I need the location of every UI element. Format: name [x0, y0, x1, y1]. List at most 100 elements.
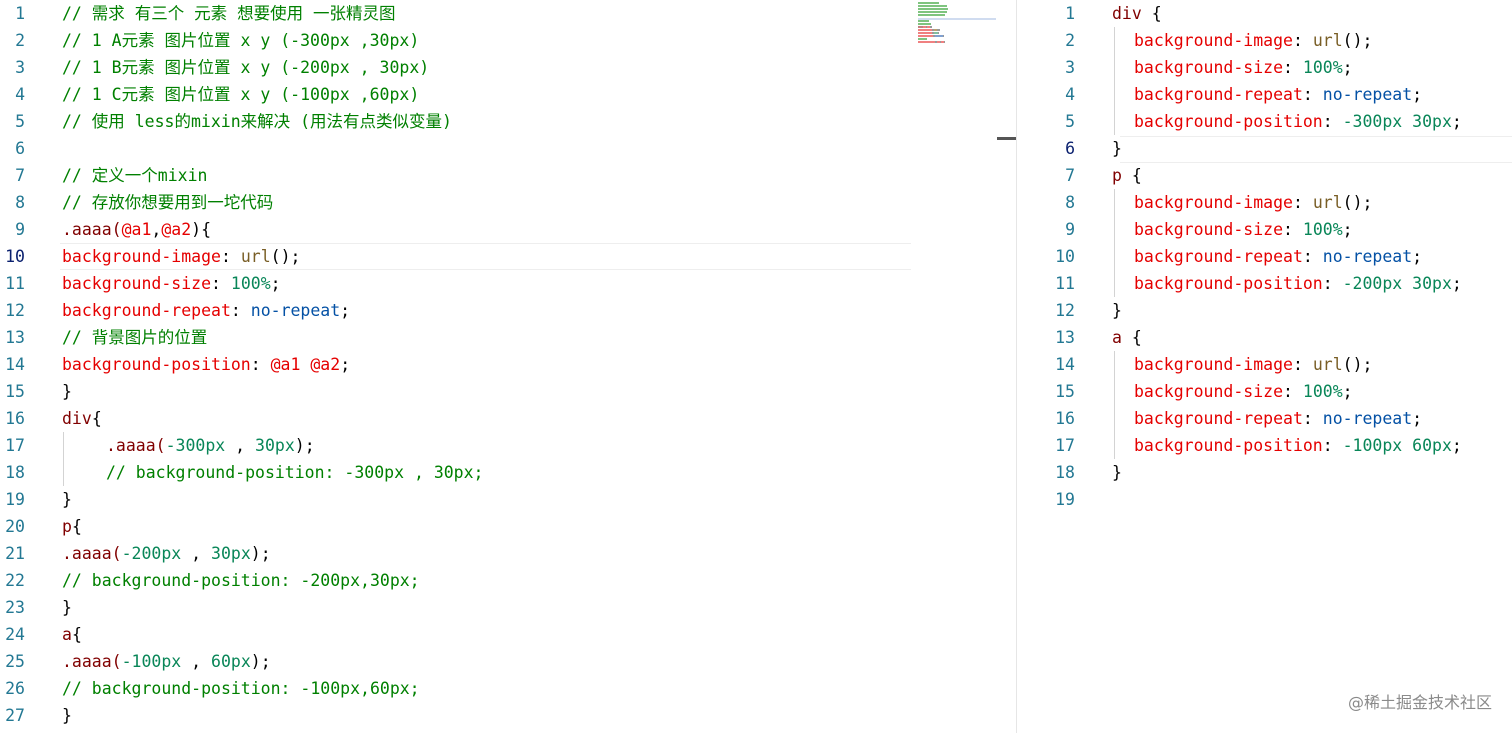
code-line[interactable]: 17 .aaaa(-300px , 30px); — [0, 432, 997, 459]
code-text[interactable]: background-size: 100%; — [62, 270, 281, 297]
less-code-lines[interactable]: 1 // 需求 有三个 元素 想要使用 一张精灵图 2 // 1 A元素 图片位置 x… — [0, 0, 997, 729]
code-text[interactable]: // 使用 less的mixin来解决 (用法有点类似变量) — [62, 108, 452, 135]
editor-split-divider[interactable] — [997, 0, 1018, 733]
code-line[interactable]: 9 background-size: 100%; — [1018, 216, 1512, 243]
code-line[interactable]: 4 background-repeat: no-repeat; — [1018, 81, 1512, 108]
code-text[interactable]: } — [62, 486, 72, 513]
code-line[interactable]: 6} — [1018, 135, 1512, 162]
code-token: 100% — [1302, 382, 1343, 401]
code-line[interactable]: 15 background-size: 100%; — [1018, 378, 1512, 405]
code-line[interactable]: 19 — [1018, 486, 1512, 513]
code-text[interactable]: .aaaa(@a1,@a2){ — [62, 216, 211, 243]
code-text[interactable]: background-size: 100%; — [1112, 378, 1353, 405]
code-line[interactable]: 2 background-image: url(); — [1018, 27, 1512, 54]
scrollbar-thumb[interactable] — [997, 137, 1016, 140]
code-line[interactable]: 12 background-repeat: no-repeat; — [0, 297, 997, 324]
code-line[interactable]: 16 div{ — [0, 405, 997, 432]
code-text[interactable]: p{ — [62, 513, 82, 540]
code-line[interactable]: 11 background-size: 100%; — [0, 270, 997, 297]
code-text[interactable]: // 1 A元素 图片位置 x y (-300px ,30px) — [62, 27, 419, 54]
code-text[interactable]: // background-position: -100px,60px; — [62, 675, 420, 702]
code-text[interactable]: } — [62, 702, 72, 729]
code-line[interactable]: 17 background-position: -100px 60px; — [1018, 432, 1512, 459]
minimap[interactable] — [918, 2, 996, 52]
code-line[interactable]: 13 a { — [1018, 324, 1512, 351]
less-source-editor[interactable]: 1 // 需求 有三个 元素 想要使用 一张精灵图 2 // 1 A元素 图片位置 x… — [0, 0, 997, 733]
code-text[interactable]: a{ — [62, 621, 82, 648]
minimap-viewport-slider[interactable] — [918, 18, 996, 20]
code-text[interactable]: background-repeat: no-repeat; — [1112, 81, 1422, 108]
code-text[interactable]: background-image: url(); — [1112, 189, 1372, 216]
code-line[interactable]: 14 background-image: url(); — [1018, 351, 1512, 378]
code-line[interactable]: 11 background-position: -200px 30px; — [1018, 270, 1512, 297]
code-line[interactable]: 1 div { — [1018, 0, 1512, 27]
code-text[interactable]: background-repeat: no-repeat; — [62, 297, 350, 324]
code-text[interactable]: div { — [1112, 0, 1162, 27]
code-text[interactable]: } — [62, 378, 72, 405]
code-line[interactable]: 3 // 1 B元素 图片位置 x y (-200px , 30px) — [0, 54, 997, 81]
code-text[interactable]: background-position: -300px 30px; — [1112, 108, 1462, 135]
code-text[interactable]: div{ — [62, 405, 102, 432]
code-text[interactable]: background-position: @a1 @a2; — [62, 351, 350, 378]
code-text[interactable]: background-position: -200px 30px; — [1112, 270, 1462, 297]
code-text[interactable]: background-position: -100px 60px; — [1112, 432, 1462, 459]
code-text[interactable]: background-size: 100%; — [1112, 54, 1353, 81]
code-line[interactable]: 7 p { — [1018, 162, 1512, 189]
code-line[interactable]: 25 .aaaa(-100px , 60px); — [0, 648, 997, 675]
code-line[interactable]: 12} — [1018, 297, 1512, 324]
code-line[interactable]: 7 // 定义一个mixin — [0, 162, 997, 189]
split-sash[interactable] — [1016, 0, 1017, 733]
code-text[interactable]: // background-position: -300px , 30px; — [62, 459, 484, 486]
code-line[interactable]: 8 background-image: url(); — [1018, 189, 1512, 216]
code-line[interactable]: 10 background-image: url(); — [0, 243, 997, 270]
code-line[interactable]: 15} — [0, 378, 997, 405]
code-text[interactable]: p { — [1112, 162, 1142, 189]
code-line[interactable]: 14 background-position: @a1 @a2; — [0, 351, 997, 378]
code-line[interactable]: 3 background-size: 100%; — [1018, 54, 1512, 81]
code-line[interactable]: 5 background-position: -300px 30px; — [1018, 108, 1512, 135]
code-line[interactable]: 27} — [0, 702, 997, 729]
code-text[interactable]: background-image: url(); — [1112, 27, 1372, 54]
code-line[interactable]: 26 // background-position: -100px,60px; — [0, 675, 997, 702]
code-text[interactable]: background-image: url(); — [62, 243, 300, 270]
code-text[interactable]: // 1 B元素 图片位置 x y (-200px , 30px) — [62, 54, 429, 81]
code-text[interactable]: } — [62, 594, 72, 621]
code-line[interactable]: 23} — [0, 594, 997, 621]
code-line[interactable]: 24 a{ — [0, 621, 997, 648]
code-text[interactable]: // background-position: -200px,30px; — [62, 567, 420, 594]
code-text[interactable]: } — [1112, 135, 1122, 162]
code-line[interactable]: 8 // 存放你想要用到一坨代码 — [0, 189, 997, 216]
code-text[interactable]: background-repeat: no-repeat; — [1112, 405, 1422, 432]
code-line[interactable]: 21 .aaaa(-200px , 30px); — [0, 540, 997, 567]
code-line[interactable]: 20 p{ — [0, 513, 997, 540]
code-text[interactable]: a { — [1112, 324, 1142, 351]
code-text[interactable]: } — [1112, 459, 1122, 486]
code-line[interactable]: 18 // background-position: -300px , 30px; — [0, 459, 997, 486]
code-text[interactable]: // 背景图片的位置 — [62, 324, 207, 351]
code-line[interactable]: 19} — [0, 486, 997, 513]
css-code-lines[interactable]: 1 div {2 background-image: url(); 3 backgrou… — [1018, 0, 1512, 513]
code-line[interactable]: 5 // 使用 less的mixin来解决 (用法有点类似变量) — [0, 108, 997, 135]
code-line[interactable]: 2 // 1 A元素 图片位置 x y (-300px ,30px) — [0, 27, 997, 54]
code-line[interactable]: 22 // background-position: -200px,30px; — [0, 567, 997, 594]
code-line[interactable]: 4 // 1 C元素 图片位置 x y (-100px ,60px) — [0, 81, 997, 108]
code-text[interactable]: .aaaa(-100px , 60px); — [62, 648, 271, 675]
code-text[interactable]: } — [1112, 297, 1122, 324]
code-text[interactable]: background-size: 100%; — [1112, 216, 1353, 243]
code-line[interactable]: 1 // 需求 有三个 元素 想要使用 一张精灵图 — [0, 0, 997, 27]
code-line[interactable]: 6 — [0, 135, 997, 162]
code-line[interactable]: 16 background-repeat: no-repeat; — [1018, 405, 1512, 432]
code-text[interactable]: // 1 C元素 图片位置 x y (-100px ,60px) — [62, 81, 419, 108]
code-text[interactable]: background-repeat: no-repeat; — [1112, 243, 1422, 270]
code-line[interactable]: 9 .aaaa(@a1,@a2){ — [0, 216, 997, 243]
css-output-editor[interactable]: 1 div {2 background-image: url(); 3 backgrou… — [1018, 0, 1512, 733]
code-line[interactable]: 10 background-repeat: no-repeat; — [1018, 243, 1512, 270]
code-text[interactable]: // 存放你想要用到一坨代码 — [62, 189, 273, 216]
code-line[interactable]: 13 // 背景图片的位置 — [0, 324, 997, 351]
code-text[interactable]: // 定义一个mixin — [62, 162, 207, 189]
code-line[interactable]: 18} — [1018, 459, 1512, 486]
code-text[interactable]: background-image: url(); — [1112, 351, 1372, 378]
code-text[interactable]: // 需求 有三个 元素 想要使用 一张精灵图 — [62, 0, 396, 27]
code-text[interactable]: .aaaa(-300px , 30px); — [62, 432, 315, 459]
code-text[interactable]: .aaaa(-200px , 30px); — [62, 540, 271, 567]
